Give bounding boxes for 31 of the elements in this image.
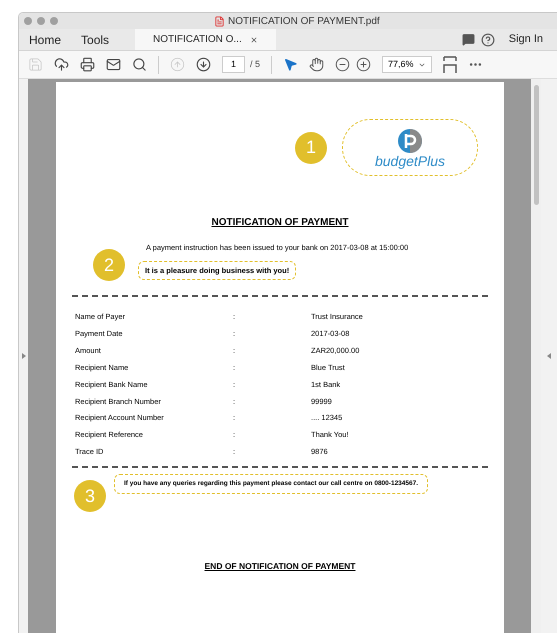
expand-arrow-icon[interactable] — [22, 353, 26, 359]
logo-text: budgetPlus — [374, 154, 446, 168]
page-fit-icon[interactable] — [443, 56, 458, 74]
nav-tab[interactable]: Tools — [71, 29, 120, 50]
document-tab[interactable]: NOTIFICATION O... — [135, 29, 276, 50]
callout-number: 2 — [93, 249, 125, 282]
scrollbar[interactable] — [531, 79, 541, 633]
printer-icon[interactable] — [80, 57, 95, 72]
help-icon[interactable] — [480, 32, 495, 46]
close-tab-icon[interactable] — [250, 36, 258, 44]
zoom-out-icon[interactable] — [335, 57, 350, 72]
envelope-icon[interactable] — [106, 57, 121, 72]
comment-icon[interactable] — [462, 33, 475, 46]
search-icon[interactable] — [132, 57, 147, 72]
end-title: END OF NOTIFICATION OF PAYMENT — [204, 560, 356, 574]
window-title: NOTIFICATION OF PAYMENT.pdf — [228, 15, 380, 29]
page-total: / 5 — [250, 58, 260, 71]
collapse-arrow-icon[interactable] — [547, 353, 551, 359]
pdf-file-icon — [214, 16, 225, 27]
document-title: NOTIFICATION OF PAYMENT — [211, 216, 349, 230]
zoom-in-icon[interactable] — [356, 57, 372, 72]
hand-icon[interactable] — [309, 57, 324, 72]
callout-number: 3 — [74, 480, 106, 512]
callout-number: 1 — [295, 132, 327, 164]
nav-tab[interactable]: Home — [19, 29, 72, 50]
zoom-dropdown[interactable]: 77,6% — [382, 56, 432, 73]
logo-icon — [397, 128, 423, 154]
pointer-icon[interactable] — [283, 57, 298, 72]
sign-in-link[interactable]: Sign In — [508, 31, 543, 48]
cloud-upload-icon[interactable] — [54, 57, 69, 72]
page-field[interactable]: 1 — [222, 56, 245, 73]
